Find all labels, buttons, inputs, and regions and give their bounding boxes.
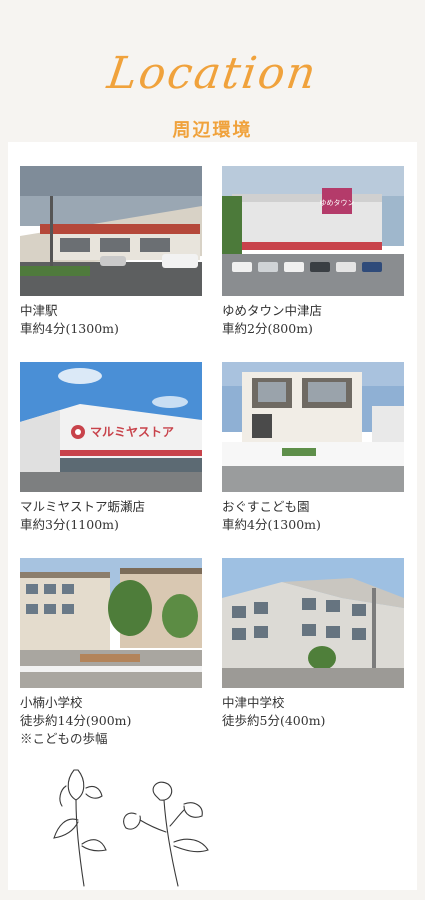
page-subtitle: 周辺環境 [172,120,253,141]
store-sign: マルミヤストア [90,425,174,439]
place-distance: 車約3分(1100m) [20,517,119,532]
place-note: ※こどもの歩幅 [20,731,108,746]
place-item-youme-town[interactable]: ゆめタウン ゆめタウン中津店 車約2分(800m) [222,166,404,338]
station-photo [20,166,202,296]
nursery-photo [222,362,404,492]
place-item-marumiya-store[interactable]: マルミヤストア マルミヤストア蛎瀬店 車約3分(1100m) [20,362,202,534]
shopping-mall-photo: ゆめタウン [222,166,404,296]
place-item-ogusu-kodomoen[interactable]: おぐすこども園 車約4分(1300m) [222,362,404,534]
place-distance: 車約4分(1300m) [222,517,321,532]
elementary-school-photo [20,558,202,688]
supermarket-photo: マルミヤストア [20,362,202,492]
place-name: 小楠小学校 [20,695,83,710]
place-item-ogusu-elementary[interactable]: 小楠小学校 徒歩約14分(900m) ※こどもの歩幅 [20,558,202,748]
place-name: 中津駅 [20,303,58,318]
floral-line-art [53,769,209,887]
place-distance: 徒歩約14分(900m) [20,713,132,728]
place-name: ゆめタウン中津店 [222,303,323,318]
place-name: おぐすこども園 [222,499,310,514]
header: Location 周辺環境 [0,0,425,150]
place-distance: 車約4分(1300m) [20,321,119,336]
place-distance: 車約2分(800m) [222,321,313,336]
mall-sign: ゆめタウン [320,198,355,207]
place-distance: 徒歩約5分(400m) [222,713,326,728]
place-item-nakatsu-station[interactable]: 中津駅 車約4分(1300m) [20,166,202,338]
junior-high-school-photo [222,558,404,688]
place-name: 中津中学校 [222,695,285,710]
place-name: マルミヤストア蛎瀬店 [20,499,146,514]
place-item-nakatsu-junior-high[interactable]: 中津中学校 徒歩約5分(400m) [222,558,404,730]
page-title: Location [104,48,321,99]
